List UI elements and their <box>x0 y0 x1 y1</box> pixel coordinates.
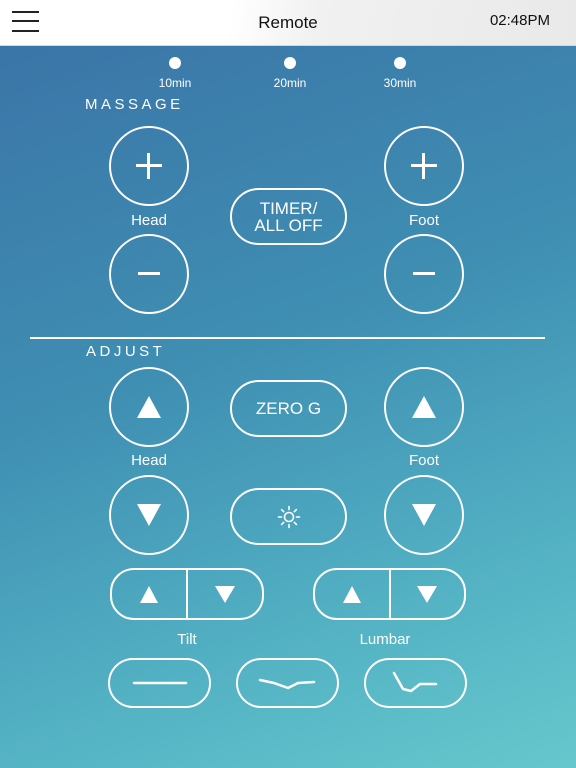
lounge-position-icon <box>258 678 315 690</box>
timer-label-20min: 20min <box>273 76 307 90</box>
plus-icon <box>411 153 437 179</box>
timer-indicator-20min <box>284 57 296 69</box>
massage-head-label: Head <box>131 212 167 229</box>
up-arrow-icon <box>412 396 436 418</box>
timer-all-off-button[interactable]: TIMER/ ALL OFF <box>230 188 347 245</box>
plus-icon <box>136 153 162 179</box>
timer-label-30min: 30min <box>383 76 417 90</box>
timer-indicator-10min <box>169 57 181 69</box>
down-arrow-icon <box>215 585 235 603</box>
massage-foot-decrease-button[interactable] <box>384 234 464 314</box>
preset-tv-button[interactable] <box>364 658 467 708</box>
massage-head-decrease-button[interactable] <box>109 234 189 314</box>
zero-g-label: ZERO G <box>255 399 322 418</box>
section-divider <box>30 337 545 339</box>
up-arrow-icon <box>140 585 158 603</box>
timer-label-10min: 10min <box>158 76 192 90</box>
massage-section-title: MASSAGE <box>85 96 184 113</box>
adjust-section-title: ADJUST <box>86 343 166 360</box>
preset-flat-button[interactable] <box>108 658 211 708</box>
timer-indicator-30min <box>394 57 406 69</box>
tv-position-icon <box>392 671 437 693</box>
minus-icon <box>413 261 435 287</box>
down-arrow-icon <box>412 504 436 526</box>
clock-time: 02:48PM <box>489 12 550 29</box>
tilt-control <box>110 568 264 620</box>
adjust-head-down-button[interactable] <box>109 475 189 555</box>
adjust-foot-down-button[interactable] <box>384 475 464 555</box>
sun-icon <box>277 505 300 528</box>
zero-g-button[interactable]: ZERO G <box>230 380 347 437</box>
up-arrow-icon <box>137 396 161 418</box>
lumbar-down-button[interactable] <box>391 570 465 618</box>
tilt-down-button[interactable] <box>188 570 262 618</box>
preset-lounge-button[interactable] <box>236 658 339 708</box>
lumbar-control <box>313 568 466 620</box>
flat-position-icon <box>132 681 187 685</box>
lumbar-up-button[interactable] <box>315 570 391 618</box>
down-arrow-icon <box>417 585 438 603</box>
adjust-foot-label: Foot <box>408 452 439 469</box>
adjust-head-label: Head <box>131 452 167 469</box>
tilt-label: Tilt <box>177 631 197 648</box>
adjust-head-up-button[interactable] <box>109 367 189 447</box>
down-arrow-icon <box>137 504 161 526</box>
minus-icon <box>138 261 160 287</box>
up-arrow-icon <box>342 585 361 603</box>
massage-head-increase-button[interactable] <box>109 126 189 206</box>
massage-foot-label: Foot <box>408 212 439 229</box>
adjust-foot-up-button[interactable] <box>384 367 464 447</box>
timer-all-off-label: TIMER/ ALL OFF <box>254 198 323 235</box>
massage-foot-increase-button[interactable] <box>384 126 464 206</box>
lumbar-label: Lumbar <box>359 631 411 648</box>
tilt-up-button[interactable] <box>112 570 188 618</box>
light-button[interactable] <box>230 488 347 545</box>
top-bar: Remote 02:48PM <box>0 0 576 46</box>
